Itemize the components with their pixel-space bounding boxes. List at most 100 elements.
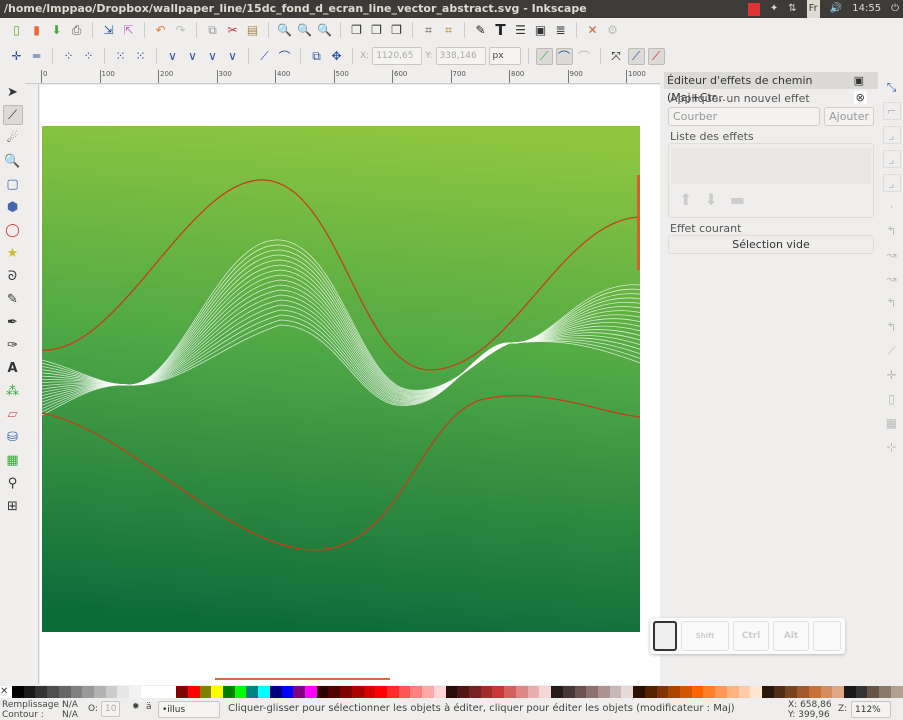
zoom-tool-icon[interactable]: 🔍 — [3, 151, 23, 171]
color-swatch[interactable] — [574, 686, 587, 698]
record-icon[interactable] — [747, 2, 760, 16]
next-path-effect-param-icon[interactable]: ⌒ — [576, 48, 593, 65]
show-handles-icon[interactable]: ⟋ — [535, 47, 553, 65]
effects-list[interactable]: ⬆ ⬇ ▬ — [668, 143, 874, 218]
snap-bbox-center-icon[interactable]: ⋅ — [883, 198, 901, 216]
power-icon[interactable]: ⏻ — [891, 0, 899, 18]
color-swatch[interactable] — [855, 686, 868, 698]
network-icon[interactable]: ⇅ — [788, 0, 796, 18]
color-swatch[interactable] — [140, 686, 153, 698]
snap-smooth-icon[interactable]: ↰ — [883, 318, 901, 336]
color-swatch[interactable] — [269, 686, 282, 698]
color-swatch[interactable] — [527, 686, 540, 698]
vertical-ruler[interactable] — [25, 84, 39, 684]
color-swatch[interactable] — [281, 686, 294, 698]
panel-close-icon[interactable]: ⊗ — [853, 91, 867, 104]
join-segment-icon[interactable]: ⁙ — [112, 48, 129, 65]
paste-icon[interactable]: ▤ — [244, 22, 261, 39]
zoom-drawing-icon[interactable]: 🔍 — [296, 22, 313, 39]
no-paint-swatch[interactable]: ✕ — [0, 686, 12, 698]
smooth-node-icon[interactable]: ∨ — [184, 48, 201, 65]
layer-lock-icon[interactable]: ä — [146, 702, 152, 712]
color-swatch[interactable] — [679, 686, 692, 698]
color-swatch[interactable] — [738, 686, 751, 698]
spray-tool-icon[interactable]: ⁂ — [3, 381, 23, 401]
color-swatch[interactable] — [316, 686, 329, 698]
segment-curve-icon[interactable]: ⌒ — [276, 48, 293, 65]
stroke-to-path-icon[interactable]: ✥ — [328, 48, 345, 65]
color-swatch[interactable] — [480, 686, 493, 698]
color-swatch[interactable] — [293, 686, 305, 698]
eraser-tool-icon[interactable]: ▱ — [3, 404, 23, 424]
color-swatch[interactable] — [703, 686, 716, 698]
color-swatch[interactable] — [504, 686, 516, 698]
artwork[interactable] — [40, 85, 660, 685]
color-swatch[interactable] — [351, 686, 364, 698]
snap-bbox-midpoint-icon[interactable]: ⌟ — [882, 174, 901, 192]
color-swatch[interactable] — [597, 686, 610, 698]
remove-effect-icon[interactable]: ▬ — [730, 190, 745, 209]
snap-nodes-icon[interactable]: ↰ — [883, 222, 901, 240]
clone-icon[interactable]: ⌗ — [420, 22, 437, 39]
snap-page-icon[interactable]: ▯ — [883, 390, 901, 408]
export-icon[interactable]: ⇱ — [120, 22, 137, 39]
calligraphy-tool-icon[interactable]: ✑ — [3, 335, 23, 355]
delete-segment-icon[interactable]: ⁙ — [132, 48, 149, 65]
zoom-input[interactable]: 112% — [851, 701, 891, 718]
keyboard-layout[interactable]: Fr — [806, 0, 820, 18]
move-up-icon[interactable]: ⬆ — [679, 190, 692, 209]
color-swatch[interactable] — [246, 686, 259, 698]
snap-guide-icon[interactable]: ⊹ — [883, 438, 901, 456]
color-swatch[interactable] — [773, 686, 786, 698]
text-icon[interactable]: T — [492, 21, 509, 39]
color-swatch[interactable] — [609, 686, 622, 698]
color-swatch[interactable] — [492, 686, 505, 698]
snap-bbox-edge-icon[interactable]: ⌟ — [882, 126, 901, 144]
color-swatch[interactable] — [12, 686, 24, 698]
color-swatch[interactable] — [234, 686, 247, 698]
color-swatch[interactable] — [633, 686, 645, 698]
show-transform-handles-icon[interactable]: ⤧ — [608, 48, 625, 65]
dropbox-icon[interactable]: ✦ — [770, 0, 778, 18]
snap-paths-icon[interactable]: ↝ — [883, 246, 901, 264]
layer-select[interactable]: •illus — [158, 701, 220, 718]
xml-editor-icon[interactable]: ▣ — [532, 22, 549, 39]
segment-line-icon[interactable]: ⟋ — [256, 48, 273, 65]
color-swatch[interactable] — [644, 686, 657, 698]
color-swatch[interactable] — [258, 686, 270, 698]
document-properties-icon[interactable]: ⚙ — [604, 22, 621, 39]
rect-tool-icon[interactable]: ▢ — [3, 174, 23, 194]
color-swatch[interactable] — [445, 686, 458, 698]
preferences-icon[interactable]: ✕ — [584, 22, 601, 39]
color-swatch[interactable] — [867, 686, 880, 698]
color-swatch[interactable] — [129, 686, 141, 698]
pencil-tool-icon[interactable]: ✎ — [3, 289, 23, 309]
color-swatch[interactable] — [691, 686, 704, 698]
ungroup-icon[interactable]: ❐ — [388, 22, 405, 39]
move-down-icon[interactable]: ⬇ — [704, 190, 717, 209]
snap-toggle-icon[interactable]: ⤡ — [883, 78, 901, 96]
color-swatch[interactable] — [422, 686, 434, 698]
layer-visibility-icon[interactable]: ✹ — [132, 702, 140, 712]
selector-tool-icon[interactable]: ➤ — [3, 82, 23, 102]
color-swatch[interactable] — [797, 686, 809, 698]
color-swatch[interactable] — [832, 686, 845, 698]
print-icon[interactable]: ⎙ — [68, 22, 85, 39]
gradient-tool-icon[interactable]: ▦ — [3, 450, 23, 470]
import-icon[interactable]: ⇲ — [100, 22, 117, 39]
unlink-clone-icon[interactable]: ⌗ — [440, 22, 457, 39]
color-swatch[interactable] — [199, 686, 212, 698]
3dbox-tool-icon[interactable]: ⬢ — [3, 197, 23, 217]
color-swatch[interactable] — [820, 686, 833, 698]
snap-bbox-icon[interactable]: ⌐ — [882, 102, 901, 120]
group-icon[interactable]: ❐ — [368, 22, 385, 39]
color-swatch[interactable] — [328, 686, 341, 698]
color-swatch[interactable] — [433, 686, 446, 698]
color-swatch[interactable] — [58, 686, 71, 698]
undo-icon[interactable]: ↶ — [152, 22, 169, 39]
color-swatch[interactable] — [785, 686, 798, 698]
effect-select[interactable]: Courber — [668, 107, 821, 126]
delete-node-icon[interactable]: ═ — [28, 48, 45, 65]
fill-stroke-icon[interactable]: ✎ — [472, 22, 489, 39]
clock[interactable]: 14:55 — [852, 0, 881, 18]
